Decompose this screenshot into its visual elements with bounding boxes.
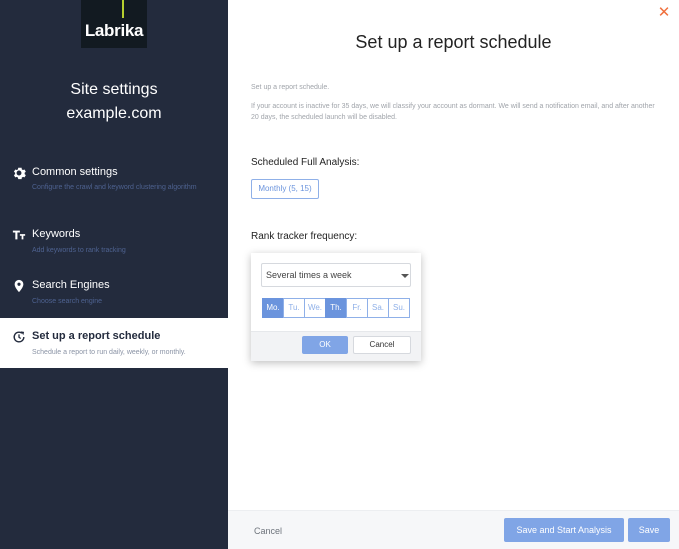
sidebar-item-desc: Add keywords to rank tracking [32,247,126,254]
sidebar-item-label: Common settings [32,166,118,178]
sidebar-item-label: Search Engines [32,279,110,291]
sidebar-item-desc: Configure the crawl and keyword clusteri… [32,184,197,191]
day-toggle-mo[interactable]: Mo. [262,298,284,318]
save-button[interactable]: Save [628,518,670,542]
sidebar-item-search-engines[interactable]: Search Engines Choose search engine [0,273,228,313]
day-toggle-fr[interactable]: Fr. [346,298,368,318]
description-text: If your account is inactive for 35 days,… [251,103,655,121]
frequency-popup: Several times a week Mo. Tu. We. Th. Fr.… [251,253,421,361]
close-button[interactable]: ✕ [657,4,671,21]
day-toggle-su[interactable]: Su. [388,298,410,318]
sidebar-item-label: Keywords [32,228,81,240]
intro-text: Set up a report schedule. [251,84,330,91]
sidebar-item-desc: Schedule a report to run daily, weekly, … [32,349,186,356]
gear-icon [12,166,26,180]
day-toggle-th[interactable]: Th. [325,298,347,318]
popup-cancel-button[interactable]: Cancel [353,336,411,354]
weekday-selector: Mo. Tu. We. Th. Fr. Sa. Su. [262,298,410,318]
full-analysis-label: Scheduled Full Analysis: [251,157,360,168]
sidebar-item-common-settings[interactable]: Common settings Configure the crawl and … [0,160,228,210]
location-pin-icon [12,279,26,293]
logo-accent-bar [122,0,124,18]
frequency-select-value: Several times a week [266,270,352,280]
sidebar-item-keywords[interactable]: Keywords Add keywords to rank tracking [0,222,228,262]
clock-refresh-icon [12,330,26,344]
day-toggle-tu[interactable]: Tu. [283,298,305,318]
ok-button[interactable]: OK [302,336,348,354]
full-analysis-schedule-chip[interactable]: Monthly (5, 15) [251,179,319,199]
sidebar-item-desc: Choose search engine [32,298,103,305]
sidebar-item-label: Set up a report schedule [32,330,161,342]
day-toggle-we[interactable]: We. [304,298,326,318]
day-toggle-sa[interactable]: Sa. [367,298,389,318]
logo-text: Labrika [84,21,144,40]
frequency-select[interactable]: Several times a week [261,263,411,287]
rank-tracker-label: Rank tracker frequency: [251,231,358,242]
save-and-start-analysis-button[interactable]: Save and Start Analysis [504,518,624,542]
cancel-button[interactable]: Cancel [254,526,282,536]
sidebar-item-report-schedule[interactable]: Set up a report schedule Schedule a repo… [0,318,228,368]
sidebar-domain: example.com [66,105,162,122]
close-icon: ✕ [657,4,671,21]
sidebar-title: Site settings [70,81,158,98]
page-title: Set up a report schedule [355,32,552,52]
text-size-icon [12,228,26,242]
sidebar: Labrika Site settings example.com Common… [0,0,228,549]
chevron-down-icon [401,274,409,278]
